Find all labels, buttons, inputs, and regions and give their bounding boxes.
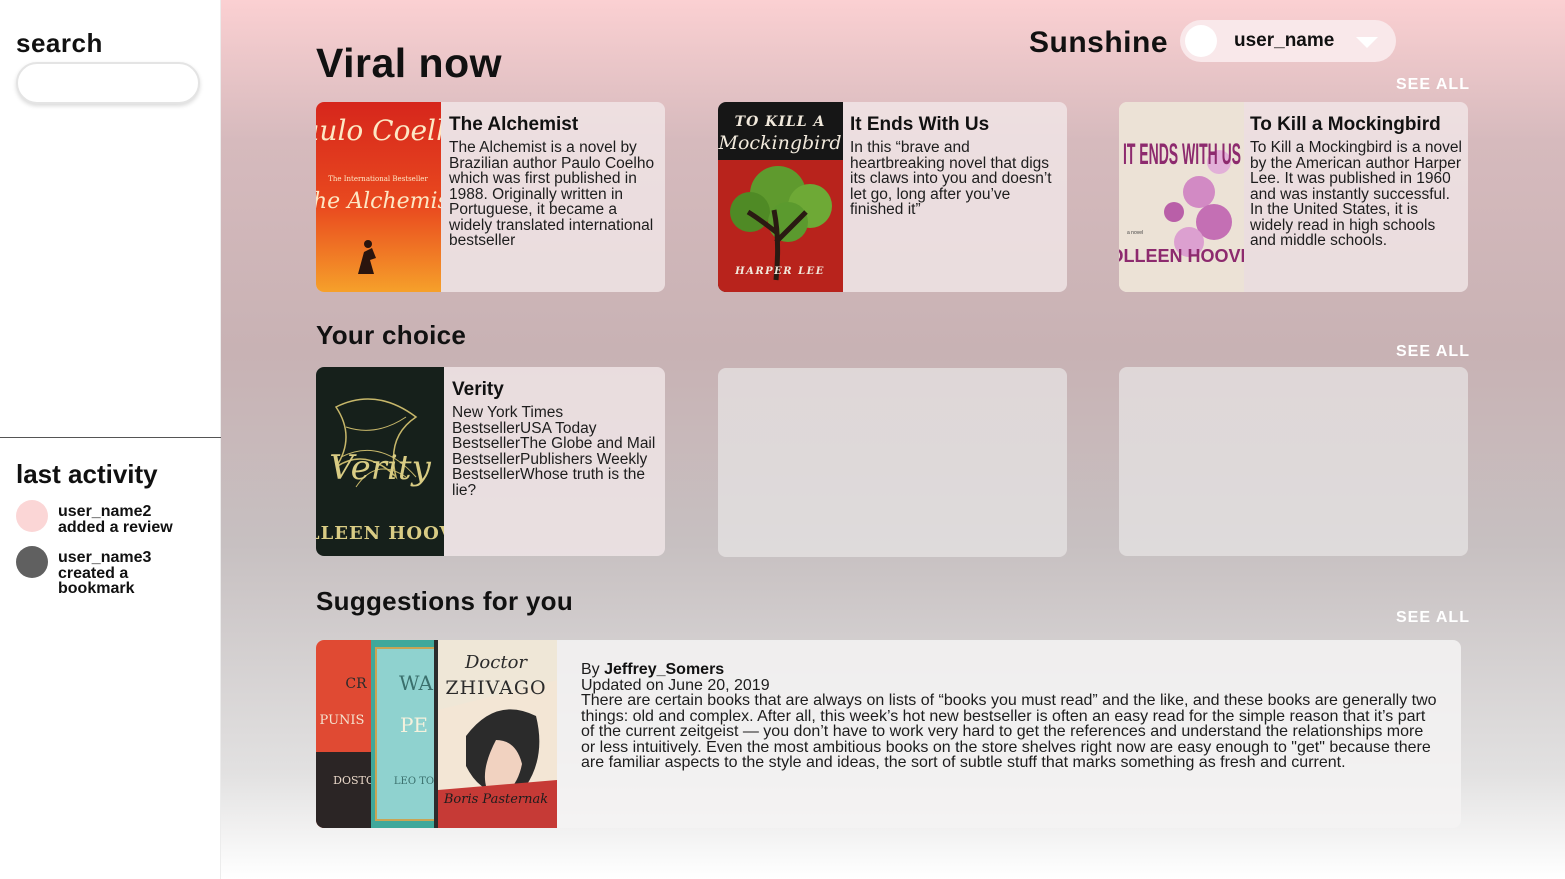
book-info: It Ends With Us In this “brave and heart…	[850, 114, 1061, 218]
sidebar-divider	[0, 437, 221, 438]
see-all-choice[interactable]: SEE ALL	[1396, 343, 1470, 361]
cover-author-fragment: DOSTO	[333, 774, 375, 787]
cover-author: COLLEEN HOOVER	[316, 523, 444, 544]
suggestion-byline: By Jeffrey_Somers	[581, 662, 1439, 678]
sidebar: search last activity user_name2 added a …	[0, 0, 221, 879]
activity-item[interactable]: user_name3 created a bookmark	[16, 546, 168, 597]
cover-author: Boris Pasternak	[443, 792, 548, 807]
book-cover-art: Paulo Coelho The International Bestselle…	[316, 102, 441, 292]
book-cover: Verity COLLEEN HOOVER	[316, 367, 444, 556]
cover-title: ZHIVAGO	[445, 677, 546, 699]
book-title: To Kill a Mockingbird	[1250, 114, 1441, 135]
book-covers-art: CR PUNIS DOSTO WA PE LEO TO Doctor ZHIVA…	[316, 640, 557, 828]
brand-name: Sunshine	[1029, 26, 1169, 59]
book-card[interactable]: Paulo Coelho The International Bestselle…	[316, 102, 665, 292]
search-input[interactable]	[16, 62, 200, 104]
cover-author: COLLEEN HOOVER	[1119, 246, 1244, 266]
book-title: The Alchemist	[449, 114, 579, 135]
activity-text: user_name3 created a bookmark	[58, 550, 168, 597]
book-cover-art: Verity COLLEEN HOOVER	[316, 367, 444, 556]
avatar	[1185, 25, 1217, 57]
book-card-empty[interactable]	[718, 368, 1067, 557]
cover-title-fragment: WA	[399, 671, 434, 695]
chevron-down-icon[interactable]	[1356, 37, 1378, 48]
cover-title-fragment: PE	[400, 713, 428, 737]
book-card[interactable]: Verity COLLEEN HOOVER Verity New York Ti…	[316, 367, 665, 556]
book-cover: TO KILL A Mockingbird HARPER LEE	[718, 102, 843, 292]
user-menu[interactable]: user_name	[1180, 20, 1396, 62]
cover-small-text: a novel	[1127, 230, 1143, 236]
book-card[interactable]: IT ENDS WITH US COLLEEN HOOVER a novel T…	[1119, 102, 1468, 292]
search-label: search	[16, 28, 103, 58]
activity-text: user_name2 added a review	[58, 504, 173, 535]
see-all-suggestions[interactable]: SEE ALL	[1396, 609, 1470, 627]
main-content: Sunshine user_name Viral now SEE ALL Pau…	[221, 0, 1565, 879]
activity-action: added a review	[58, 518, 173, 536]
book-cover-art: TO KILL A Mockingbird HARPER LEE	[718, 102, 843, 292]
section-title-choice: Your choice	[316, 320, 467, 350]
cover-title-fragment: CR	[345, 676, 367, 692]
book-title: It Ends With Us	[850, 114, 990, 135]
cover-author: HARPER LEE	[734, 266, 825, 277]
cover-title: TO KILL A	[735, 114, 826, 130]
suggestion-card[interactable]: CR PUNIS DOSTO WA PE LEO TO Doctor ZHIVA…	[316, 640, 1461, 828]
suggestion-text: By Jeffrey_Somers Updated on June 20, 20…	[581, 662, 1439, 771]
suggestion-updated: Updated on June 20, 2019	[581, 676, 770, 694]
by-prefix: By	[581, 661, 600, 678]
avatar	[16, 546, 48, 578]
cover-title: IT ENDS WITH US	[1123, 138, 1241, 171]
activity-item[interactable]: user_name2 added a review	[16, 500, 173, 535]
activity-action: created a bookmark	[58, 564, 135, 597]
cover-title: Verity	[329, 448, 431, 488]
activity-title: last activity	[16, 459, 158, 489]
book-cover: Paulo Coelho The International Bestselle…	[316, 102, 441, 292]
book-info: The Alchemist The Alchemist is a novel b…	[449, 114, 659, 249]
book-card[interactable]: TO KILL A Mockingbird HARPER LEE It Ends…	[718, 102, 1067, 292]
cover-title: The Alchemist	[316, 189, 441, 214]
cover-tagline: The International Bestseller	[328, 175, 428, 183]
book-info: Verity New York Times BestsellerUSA Toda…	[452, 379, 659, 498]
suggestion-body: There are certain books that are always …	[581, 692, 1437, 771]
book-description: To Kill a Mockingbird is a novel by the …	[1250, 139, 1462, 249]
book-covers-stack: CR PUNIS DOSTO WA PE LEO TO Doctor ZHIVA…	[316, 640, 557, 828]
activity-user: user_name3	[58, 549, 152, 566]
activity-user: user_name2	[58, 503, 152, 520]
cover-author-fragment: LEO TO	[394, 776, 434, 787]
book-cover-art: IT ENDS WITH US COLLEEN HOOVER a novel	[1119, 102, 1244, 292]
book-description: In this “brave and heartbreaking novel t…	[850, 139, 1052, 218]
book-cover: IT ENDS WITH US COLLEEN HOOVER a novel	[1119, 102, 1244, 292]
section-title-suggestions: Suggestions for you	[316, 586, 574, 616]
book-card-empty[interactable]	[1119, 367, 1468, 556]
cover-title: Doctor	[464, 652, 528, 673]
see-all-viral[interactable]: SEE ALL	[1396, 76, 1470, 94]
suggestion-author[interactable]: Jeffrey_Somers	[604, 661, 724, 678]
book-info: To Kill a Mockingbird To Kill a Mockingb…	[1250, 114, 1462, 249]
avatar	[16, 500, 48, 532]
book-description: The Alchemist is a novel by Brazilian au…	[449, 139, 655, 249]
book-title: Verity	[452, 379, 504, 400]
username: user_name	[1234, 30, 1335, 51]
book-description: New York Times BestsellerUSA Today Bests…	[452, 404, 656, 499]
section-title-viral: Viral now	[316, 40, 503, 86]
cover-subtitle: Mockingbird	[718, 132, 842, 154]
cover-author: Paulo Coelho	[316, 114, 441, 147]
cover-title-fragment: PUNIS	[320, 713, 365, 728]
